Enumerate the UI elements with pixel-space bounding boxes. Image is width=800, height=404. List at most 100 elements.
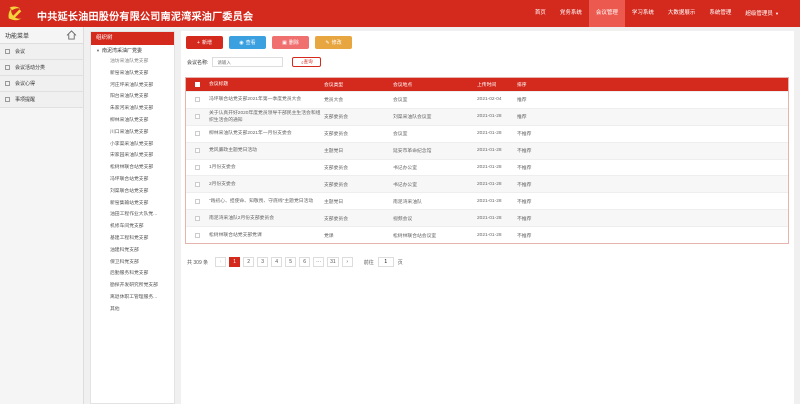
row-checkbox[interactable]	[195, 114, 200, 120]
view-button[interactable]: ◉ 查看	[229, 36, 266, 49]
page-button[interactable]: 5	[285, 257, 297, 267]
edit-button[interactable]: ✎ 修改	[315, 36, 352, 49]
org-tree-item[interactable]: 后勤服务科党支部	[110, 268, 174, 280]
nav-meeting-management[interactable]: 会议管理	[588, 0, 625, 27]
column-title[interactable]: 会议标题	[209, 81, 324, 88]
table-row[interactable]: 2月份支委会 支部委员会 书记办公室 2021-01-28 不推荐	[186, 175, 788, 193]
org-tree-item[interactable]: 新窑集输站党支部	[110, 198, 174, 210]
cell-upload-time: 2021-01-28	[477, 148, 502, 154]
org-tree-list: 油坊采油队党支部 新窑采油队党支部 河庄坪采油队党支部 阳台采油队党支部 朱家河采油队党…	[91, 56, 174, 316]
nav-party-affairs[interactable]: 党务系统	[553, 0, 589, 27]
cell-location: 南泥湾采油队	[393, 199, 422, 205]
sidebar-item-reminders[interactable]: 事项提醒	[0, 92, 83, 108]
table-row[interactable]: 柳林采油队党支部2021年一月份支委会 支部委员会 会议室 2021-01-28 不推荐	[186, 124, 788, 142]
column-type[interactable]: 会议类型	[324, 81, 393, 88]
home-icon[interactable]	[66, 30, 77, 40]
cell-upload-time: 2021-02-04	[477, 97, 502, 103]
row-checkbox[interactable]	[195, 181, 200, 187]
org-tree-item[interactable]: 川口采油队党支部	[110, 127, 174, 139]
org-tree-item[interactable]: 新窑采油队党支部	[110, 68, 174, 80]
nav-big-data[interactable]: 大数据展示	[661, 0, 703, 27]
cell-type: 支部委员会	[324, 216, 348, 222]
function-sidebar: 功能菜单 会议 会议活动分类 会议心得 事项提醒	[0, 27, 84, 404]
total-count: 共 309 条	[187, 259, 209, 266]
org-tree-item[interactable]: 油坊采油队党支部	[110, 56, 174, 68]
delete-button[interactable]: ▣ 删除	[272, 36, 309, 49]
sidebar-item-meeting-category[interactable]: 会议活动分类	[0, 60, 83, 76]
sidebar-item-meeting[interactable]: 会议	[0, 44, 83, 60]
cell-sort: 不推荐	[517, 233, 532, 239]
org-tree-item[interactable]: 朱家河采油队党支部	[110, 103, 174, 115]
nav-learning-system[interactable]: 学习系统	[625, 0, 661, 27]
header-checkbox-cell	[186, 82, 209, 87]
page-button[interactable]: 1	[229, 257, 241, 267]
row-checkbox[interactable]	[195, 165, 200, 170]
org-tree-item[interactable]: 宋家园采油队党支部	[110, 150, 174, 162]
org-tree-item[interactable]: 松树林联合站党支部	[110, 162, 174, 174]
cell-type: 支部委员会	[324, 182, 348, 188]
cell-location: 刘渠采油队会议室	[393, 115, 432, 121]
table-row[interactable]: 松树林联合站党支部党课 党课 松树林联合站会议室 2021-01-28 不推荐	[186, 226, 788, 243]
row-checkbox[interactable]	[195, 131, 200, 137]
org-tree-item[interactable]: 刘渠联合站党支部	[110, 186, 174, 198]
column-upload-time[interactable]: 上传时间	[477, 81, 517, 88]
table-row[interactable]: 南泥湾采油队2月份支部委员会 支部委员会 视频会议 2021-01-28 不推荐	[186, 209, 788, 227]
cell-location: 松树林联合站会议室	[393, 233, 437, 239]
sidebar-item-label: 会议活动分类	[15, 64, 46, 71]
row-checkbox[interactable]	[195, 232, 200, 238]
nav-user-menu[interactable]: 超级管理员 ▼	[738, 0, 786, 27]
page-button[interactable]: 3	[257, 257, 269, 267]
org-tree-item[interactable]: 柳林采油队党支部	[110, 115, 174, 127]
sidebar-item-meeting-notes[interactable]: 会议心得	[0, 76, 83, 92]
page-button[interactable]: 31	[327, 257, 339, 267]
org-tree-panel: 组织树 ▼ 南泥湾采油厂党委 油坊采油队党支部 新窑采油队党支部 河庄坪采油队党支部阳…	[90, 31, 175, 404]
org-tree-item[interactable]: 勘探开发研究所党支部	[110, 280, 174, 292]
cell-upload-time: 2021-01-28	[477, 181, 502, 187]
row-checkbox[interactable]	[195, 148, 200, 154]
goto-page: 前往 页	[364, 257, 403, 267]
page-button[interactable]: 2	[243, 257, 255, 267]
column-location[interactable]: 会议地点	[393, 81, 477, 88]
row-checkbox[interactable]	[195, 198, 200, 204]
table-row[interactable]: 冯坪联合站党支部2021年第一季度党员大会 党员大会 会议室 2021-02-04 推荐	[186, 91, 788, 108]
meeting-name-input[interactable]	[212, 57, 284, 67]
row-checkbox[interactable]	[195, 215, 200, 221]
org-tree-item[interactable]: 冯坪联合站党支部	[110, 174, 174, 186]
table-row[interactable]: 党风廉政主题党日活动 主题党日 延安市革命纪念馆 2021-01-28 不推荐	[186, 141, 788, 159]
table-row[interactable]: 关于认真开好2020年度党员领导干部民主生活会和组织生活会的通知 支部委员会 刘渠采…	[186, 107, 788, 125]
page-button[interactable]: 4	[271, 257, 283, 267]
column-sort[interactable]: 排序	[517, 81, 577, 88]
org-tree-item[interactable]: 油田工程作业大队党...	[110, 209, 174, 221]
org-tree-item[interactable]: 其他	[110, 304, 174, 316]
org-tree-item[interactable]: 基建工程科党支部	[110, 233, 174, 245]
page-button[interactable]: 6	[299, 257, 311, 267]
org-tree-item[interactable]: 保卫科党支部	[110, 257, 174, 269]
select-all-checkbox[interactable]	[195, 82, 200, 87]
cell-type: 支部委员会	[324, 132, 348, 138]
goto-page-input[interactable]	[377, 257, 394, 267]
table-row[interactable]: 1月份支委会 支部委员会 书记办公室 2021-01-28 不推荐	[186, 158, 788, 176]
org-tree-item[interactable]: 机修车间党支部	[110, 221, 174, 233]
org-tree-item[interactable]: 河庄坪采油队党支部	[110, 80, 174, 92]
org-tree-item[interactable]: 离退休职工管理服务...	[110, 292, 174, 304]
prev-page-button[interactable]: ‹	[215, 257, 227, 267]
trash-icon: ▣	[282, 39, 287, 46]
cell-upload-time: 2021-01-28	[477, 131, 502, 137]
cell-sort: 不推荐	[517, 132, 532, 138]
delete-button-label: 删除	[288, 40, 299, 46]
next-page-button[interactable]: ›	[341, 257, 353, 267]
cell-location: 会议室	[393, 132, 408, 138]
org-tree-item[interactable]: 阳台采油队党支部	[110, 91, 174, 103]
row-checkbox[interactable]	[195, 97, 200, 103]
nav-system-management[interactable]: 系统管理	[702, 0, 738, 27]
org-tree-item[interactable]: 油建科党支部	[110, 245, 174, 257]
page-button[interactable]: ···	[313, 257, 325, 267]
nav-home[interactable]: 首页	[528, 0, 553, 27]
cell-sort: 不推荐	[517, 149, 532, 155]
search-button[interactable]: ⌕ 查询	[292, 57, 322, 67]
org-tree-root[interactable]: ▼ 南泥湾采油厂党委	[91, 45, 174, 56]
add-button[interactable]: + 新增	[186, 36, 223, 49]
table-row[interactable]: "践初心、担使命、知敬畏、守底线"主题党日活动 主题党日 南泥湾采油队 2021-01…	[186, 192, 788, 209]
org-tree-item[interactable]: 小李渠采油队党支部	[110, 139, 174, 151]
cell-upload-time: 2021-01-28	[477, 114, 502, 120]
